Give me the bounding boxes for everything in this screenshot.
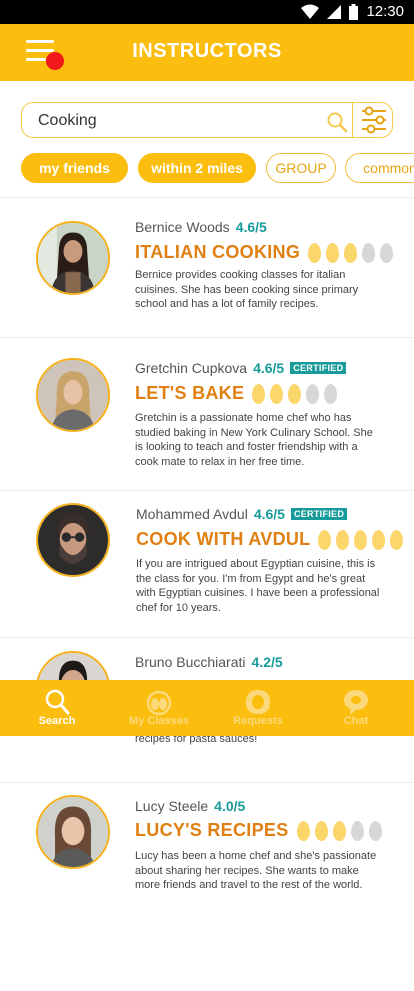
filter-chips: my friends within 2 miles GROUP common — [21, 153, 414, 183]
instructor-name: Lucy Steele — [135, 798, 209, 814]
instructor-rating: 4.6/5 — [235, 219, 267, 235]
divider — [0, 197, 414, 198]
nav-chat[interactable]: Chat — [306, 680, 406, 736]
egg-icon — [296, 820, 310, 841]
avatar — [36, 795, 110, 869]
avatar — [36, 221, 110, 295]
difficulty-rating — [308, 242, 394, 263]
name-row: Mohammed Avdul 4.6/5 CERTIFIED — [136, 506, 348, 522]
egg-icon — [380, 242, 394, 263]
instructor-rating: 4.0/5 — [214, 798, 246, 814]
bottom-nav: Search My Classes Requests Chat — [0, 680, 414, 736]
requests-icon — [246, 690, 270, 714]
instructor-name: Bruno Bucchiarati — [135, 654, 246, 670]
instructor-name: Gretchin Cupkova — [135, 360, 248, 376]
sliders-icon — [362, 106, 386, 134]
instructor-rating: 4.6/5 — [253, 506, 285, 522]
divider — [0, 337, 414, 338]
certified-badge: CERTIFIED — [290, 508, 348, 520]
course-title: ITALIAN COOKING — [135, 242, 301, 262]
difficulty-rating — [296, 820, 382, 841]
instructor-description: If you are intrigued about Egyptian cuis… — [136, 558, 380, 614]
chip-group[interactable]: GROUP — [266, 153, 336, 183]
nav-label: My Classes — [129, 715, 189, 727]
nav-search[interactable]: Search — [7, 680, 107, 736]
egg-icon — [344, 242, 358, 263]
name-row: Bernice Woods 4.6/5 — [135, 219, 267, 235]
egg-icon — [318, 529, 332, 550]
divider — [0, 637, 414, 638]
search-input[interactable] — [38, 110, 318, 132]
egg-icon — [314, 820, 328, 841]
nav-label: Chat — [343, 715, 369, 727]
chat-icon — [344, 690, 368, 715]
course-title: COOK WITH AVDUL — [136, 529, 311, 549]
egg-icon — [270, 383, 284, 404]
name-row: Gretchin Cupkova 4.6/5 CERTIFIED — [135, 360, 347, 376]
name-row: Lucy Steele 4.0/5 — [135, 798, 245, 814]
instructor-description: Gretchin is a passionate home chef who h… — [135, 412, 373, 468]
signal-icon — [327, 4, 342, 19]
certified-badge: CERTIFIED — [290, 362, 347, 374]
status-time: 12:30 — [366, 3, 404, 20]
course-row: COOK WITH AVDUL — [136, 529, 404, 550]
name-row: Bruno Bucchiarati 4.2/5 — [135, 654, 283, 670]
egg-icon — [252, 383, 266, 404]
avatar — [36, 503, 110, 577]
instructor-name: Mohammed Avdul — [136, 506, 248, 522]
instructor-description: Bernice provides cooking classes for ita… — [135, 269, 359, 311]
egg-icon — [354, 529, 368, 550]
egg-icon — [332, 820, 346, 841]
egg-icon — [372, 529, 386, 550]
instructor-name: Bernice Woods — [135, 219, 230, 235]
instructor-rating: 4.2/5 — [251, 654, 283, 670]
egg-icon — [326, 242, 340, 263]
course-row: LET'S BAKE — [135, 383, 338, 404]
status-bar: 12:30 — [0, 0, 414, 24]
egg-icon — [306, 383, 320, 404]
battery-icon — [349, 3, 359, 20]
search-box — [21, 102, 393, 138]
nav-label: Requests — [233, 715, 283, 727]
search-icon — [45, 689, 70, 715]
egg-icon — [362, 242, 376, 263]
instructor-description: Lucy has been a home chef and she's pass… — [135, 850, 377, 892]
course-row: LUCY'S RECIPES — [135, 820, 382, 841]
egg-icon — [350, 820, 364, 841]
page-title: INSTRUCTORS — [132, 40, 282, 62]
egg-icon — [288, 383, 302, 404]
search-icon[interactable] — [326, 111, 348, 133]
egg-icon — [336, 529, 350, 550]
status-icons: 12:30 — [301, 3, 404, 20]
course-row: ITALIAN COOKING — [135, 242, 394, 263]
egg-icon — [324, 383, 338, 404]
chip-common[interactable]: common — [345, 153, 414, 183]
divider — [0, 782, 414, 783]
egg-icon — [308, 242, 322, 263]
course-title: LUCY'S RECIPES — [135, 820, 289, 840]
difficulty-rating — [318, 529, 404, 550]
divider — [0, 490, 414, 491]
nav-my-classes[interactable]: My Classes — [109, 680, 209, 736]
wifi-icon — [301, 4, 320, 19]
app-header: INSTRUCTORS — [0, 24, 414, 81]
egg-icon — [390, 529, 404, 550]
egg-icon — [368, 820, 382, 841]
instructor-rating: 4.6/5 — [253, 360, 285, 376]
course-title: LET'S BAKE — [135, 383, 245, 403]
nav-requests[interactable]: Requests — [208, 680, 308, 736]
difficulty-rating — [252, 383, 338, 404]
filter-button[interactable] — [352, 102, 394, 138]
classes-icon — [146, 690, 172, 716]
avatar — [36, 358, 110, 432]
nav-label: Search — [38, 715, 76, 727]
chip-within-2-miles[interactable]: within 2 miles — [138, 153, 256, 183]
chip-my-friends[interactable]: my friends — [21, 153, 128, 183]
